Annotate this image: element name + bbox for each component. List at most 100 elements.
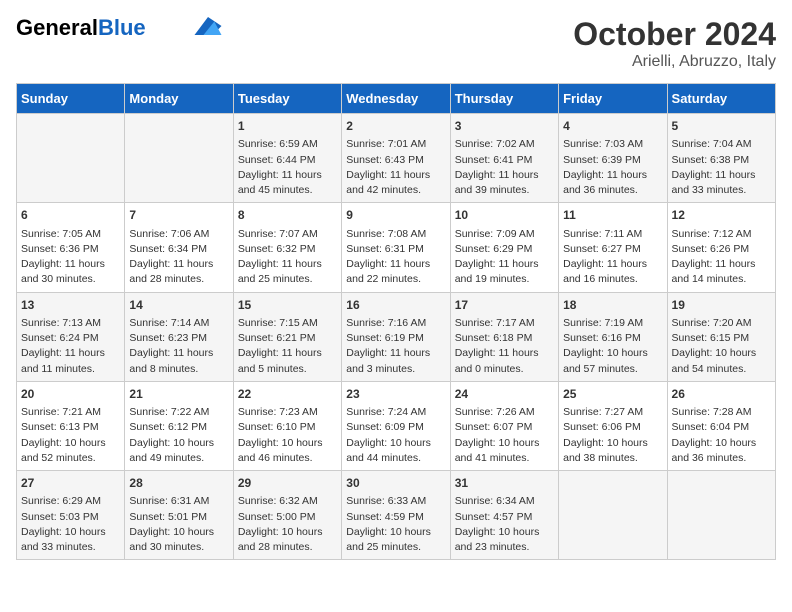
day-info: Sunrise: 7:24 AM (346, 405, 445, 420)
day-info: Sunrise: 7:16 AM (346, 316, 445, 331)
day-info: Sunset: 6:34 PM (129, 242, 228, 257)
header-row: SundayMondayTuesdayWednesdayThursdayFrid… (17, 84, 776, 114)
day-number: 21 (129, 386, 228, 403)
day-number: 14 (129, 297, 228, 314)
day-info: Sunset: 6:27 PM (563, 242, 662, 257)
day-number: 4 (563, 118, 662, 135)
calendar-cell: 7Sunrise: 7:06 AMSunset: 6:34 PMDaylight… (125, 203, 233, 292)
day-number: 22 (238, 386, 337, 403)
day-info: Sunset: 5:03 PM (21, 510, 120, 525)
day-info: Sunset: 6:12 PM (129, 420, 228, 435)
day-info: Daylight: 10 hours and 23 minutes. (455, 525, 554, 555)
day-info: Daylight: 10 hours and 54 minutes. (672, 346, 771, 376)
calendar-cell: 12Sunrise: 7:12 AMSunset: 6:26 PMDayligh… (667, 203, 775, 292)
day-info: Sunrise: 7:15 AM (238, 316, 337, 331)
day-info: Sunrise: 7:07 AM (238, 227, 337, 242)
day-info: Sunrise: 7:13 AM (21, 316, 120, 331)
day-info: Daylight: 10 hours and 46 minutes. (238, 436, 337, 466)
day-info: Sunrise: 6:33 AM (346, 494, 445, 509)
calendar-cell: 9Sunrise: 7:08 AMSunset: 6:31 PMDaylight… (342, 203, 450, 292)
day-info: Sunrise: 7:26 AM (455, 405, 554, 420)
calendar-cell: 11 Sunrise: 7:11 AMSunset: 6:27 PMDayligh… (559, 203, 667, 292)
day-info: Sunrise: 7:12 AM (672, 227, 771, 242)
calendar-cell: 23Sunrise: 7:24 AMSunset: 6:09 PMDayligh… (342, 381, 450, 470)
day-header-thursday: Thursday (450, 84, 558, 114)
day-header-monday: Monday (125, 84, 233, 114)
day-info: Sunset: 6:06 PM (563, 420, 662, 435)
day-info: Sunset: 6:31 PM (346, 242, 445, 257)
day-info: Sunrise: 7:08 AM (346, 227, 445, 242)
calendar-cell: 30Sunrise: 6:33 AMSunset: 4:59 PMDayligh… (342, 471, 450, 560)
day-info: Sunset: 6:15 PM (672, 331, 771, 346)
day-number: 24 (455, 386, 554, 403)
day-info: Sunset: 6:36 PM (21, 242, 120, 257)
week-row-4: 20Sunrise: 7:21 AMSunset: 6:13 PMDayligh… (17, 381, 776, 470)
day-info: Daylight: 10 hours and 41 minutes. (455, 436, 554, 466)
calendar-cell: 10Sunrise: 7:09 AMSunset: 6:29 PMDayligh… (450, 203, 558, 292)
day-info: Daylight: 10 hours and 57 minutes. (563, 346, 662, 376)
day-info: Sunrise: 7:05 AM (21, 227, 120, 242)
calendar-cell: 19Sunrise: 7:20 AMSunset: 6:15 PMDayligh… (667, 292, 775, 381)
day-info: Sunrise: 7:04 AM (672, 137, 771, 152)
day-info: Daylight: 11 hours and 36 minutes. (563, 168, 662, 198)
day-info: Sunset: 6:23 PM (129, 331, 228, 346)
day-info: Sunset: 6:10 PM (238, 420, 337, 435)
day-info: Daylight: 11 hours and 5 minutes. (238, 346, 337, 376)
calendar-cell: 13Sunrise: 7:13 AMSunset: 6:24 PMDayligh… (17, 292, 125, 381)
calendar-cell: 1Sunrise: 6:59 AMSunset: 6:44 PMDaylight… (233, 114, 341, 203)
month-title: October 2024 (573, 16, 776, 53)
day-header-friday: Friday (559, 84, 667, 114)
calendar-cell (667, 471, 775, 560)
day-info: Sunrise: 7:27 AM (563, 405, 662, 420)
day-info: Sunset: 6:39 PM (563, 153, 662, 168)
title-area: October 2024 Arielli, Abruzzo, Italy (573, 16, 776, 71)
day-info: Daylight: 11 hours and 16 minutes. (563, 257, 662, 287)
day-number: 6 (21, 207, 120, 224)
calendar-cell: 5Sunrise: 7:04 AMSunset: 6:38 PMDaylight… (667, 114, 775, 203)
day-info: Sunset: 5:00 PM (238, 510, 337, 525)
calendar-cell: 8Sunrise: 7:07 AMSunset: 6:32 PMDaylight… (233, 203, 341, 292)
day-info: Sunrise: 7:11 AM (563, 227, 662, 242)
calendar-cell: 15Sunrise: 7:15 AMSunset: 6:21 PMDayligh… (233, 292, 341, 381)
day-info: Sunset: 6:09 PM (346, 420, 445, 435)
day-info: Sunrise: 6:34 AM (455, 494, 554, 509)
day-number: 2 (346, 118, 445, 135)
day-info: Daylight: 10 hours and 52 minutes. (21, 436, 120, 466)
calendar-cell (125, 114, 233, 203)
day-info: Sunrise: 7:01 AM (346, 137, 445, 152)
day-info: Daylight: 10 hours and 36 minutes. (672, 436, 771, 466)
day-header-saturday: Saturday (667, 84, 775, 114)
day-info: Sunset: 5:01 PM (129, 510, 228, 525)
day-number: 12 (672, 207, 771, 224)
calendar-cell: 14Sunrise: 7:14 AMSunset: 6:23 PMDayligh… (125, 292, 233, 381)
day-info: Sunset: 6:29 PM (455, 242, 554, 257)
calendar-table: SundayMondayTuesdayWednesdayThursdayFrid… (16, 83, 776, 560)
calendar-cell: 16Sunrise: 7:16 AMSunset: 6:19 PMDayligh… (342, 292, 450, 381)
day-number: 29 (238, 475, 337, 492)
day-info: Sunrise: 6:29 AM (21, 494, 120, 509)
day-info: Daylight: 11 hours and 42 minutes. (346, 168, 445, 198)
day-number: 30 (346, 475, 445, 492)
calendar-cell: 20Sunrise: 7:21 AMSunset: 6:13 PMDayligh… (17, 381, 125, 470)
calendar-cell: 24 Sunrise: 7:26 AMSunset: 6:07 PMDayligh… (450, 381, 558, 470)
day-info: Sunrise: 7:14 AM (129, 316, 228, 331)
day-info: Sunset: 6:07 PM (455, 420, 554, 435)
day-info: Sunrise: 6:31 AM (129, 494, 228, 509)
day-number: 23 (346, 386, 445, 403)
day-number: 8 (238, 207, 337, 224)
day-info: Sunrise: 7:02 AM (455, 137, 554, 152)
day-info: Sunrise: 7:17 AM (455, 316, 554, 331)
calendar-cell: 31Sunrise: 6:34 AMSunset: 4:57 PMDayligh… (450, 471, 558, 560)
day-info: Sunrise: 7:28 AM (672, 405, 771, 420)
day-info: Sunrise: 7:09 AM (455, 227, 554, 242)
day-number: 9 (346, 207, 445, 224)
logo-icon (194, 17, 222, 35)
day-info: Sunrise: 7:22 AM (129, 405, 228, 420)
day-number: 11 (563, 207, 662, 224)
calendar-cell: 28Sunrise: 6:31 AMSunset: 5:01 PMDayligh… (125, 471, 233, 560)
day-info: Sunset: 6:04 PM (672, 420, 771, 435)
day-info: Daylight: 10 hours and 33 minutes. (21, 525, 120, 555)
day-info: Sunset: 4:59 PM (346, 510, 445, 525)
day-info: Sunset: 6:13 PM (21, 420, 120, 435)
day-info: Sunset: 6:21 PM (238, 331, 337, 346)
